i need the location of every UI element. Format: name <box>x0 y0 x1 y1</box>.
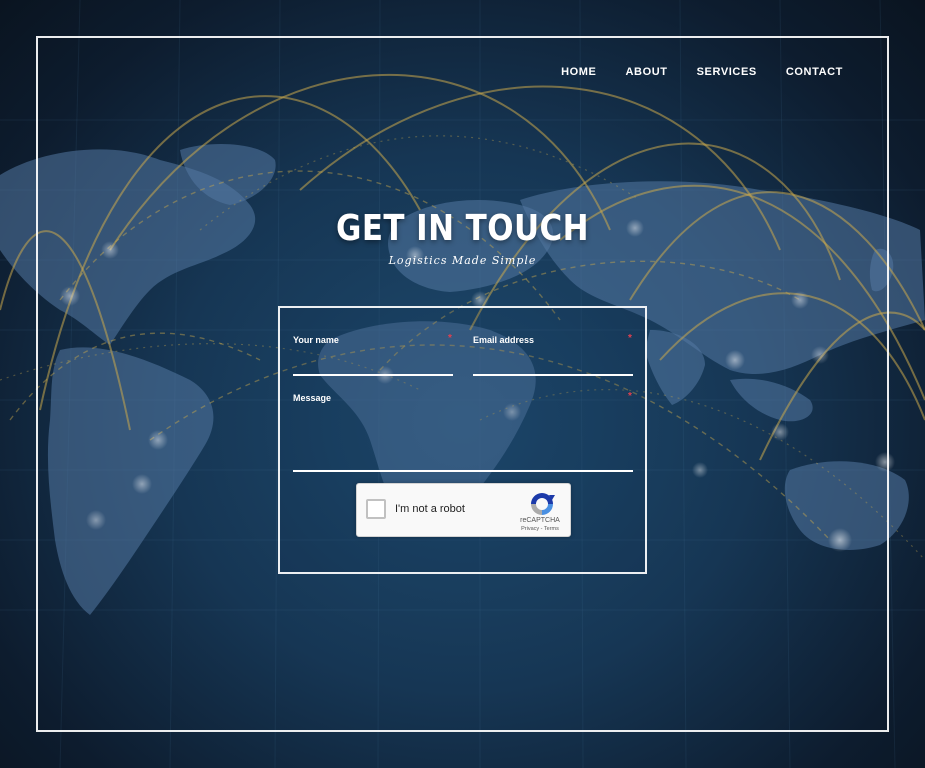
name-required-marker: * <box>448 333 452 344</box>
recaptcha-icon <box>531 493 555 515</box>
recaptcha-label: I'm not a robot <box>395 503 465 515</box>
message-label: Message <box>293 393 332 403</box>
email-label: Email address <box>473 335 535 345</box>
name-input[interactable] <box>293 348 453 376</box>
email-required-marker: * <box>628 333 632 344</box>
email-input[interactable] <box>473 348 633 376</box>
name-label: Your name <box>293 335 339 345</box>
message-required-marker: * <box>628 391 632 402</box>
nav-about-link[interactable]: ABOUT <box>626 66 668 78</box>
recaptcha-privacy-link[interactable]: Privacy <box>521 526 539 532</box>
recaptcha-brand: reCAPTCHA <box>520 517 560 524</box>
recaptcha-links: Privacy - Terms <box>507 526 573 532</box>
nav-services-link[interactable]: SERVICES <box>697 66 757 78</box>
contact-form: Your name * Email address * Message * I'… <box>278 306 647 574</box>
page-title: GET IN TOUCH <box>335 208 590 249</box>
nav-contact-link[interactable]: CONTACT <box>786 66 843 78</box>
nav-home-link[interactable]: HOME <box>561 66 596 78</box>
main-nav: HOME ABOUT SERVICES CONTACT <box>561 66 843 78</box>
recaptcha-widget: I'm not a robot reCAPTCHA Privacy - Term… <box>356 483 571 537</box>
recaptcha-terms-link[interactable]: Terms <box>544 526 559 532</box>
message-textarea[interactable] <box>293 406 633 472</box>
page-subtitle: Logistics Made Simple <box>388 254 537 267</box>
recaptcha-checkbox[interactable] <box>366 499 386 519</box>
